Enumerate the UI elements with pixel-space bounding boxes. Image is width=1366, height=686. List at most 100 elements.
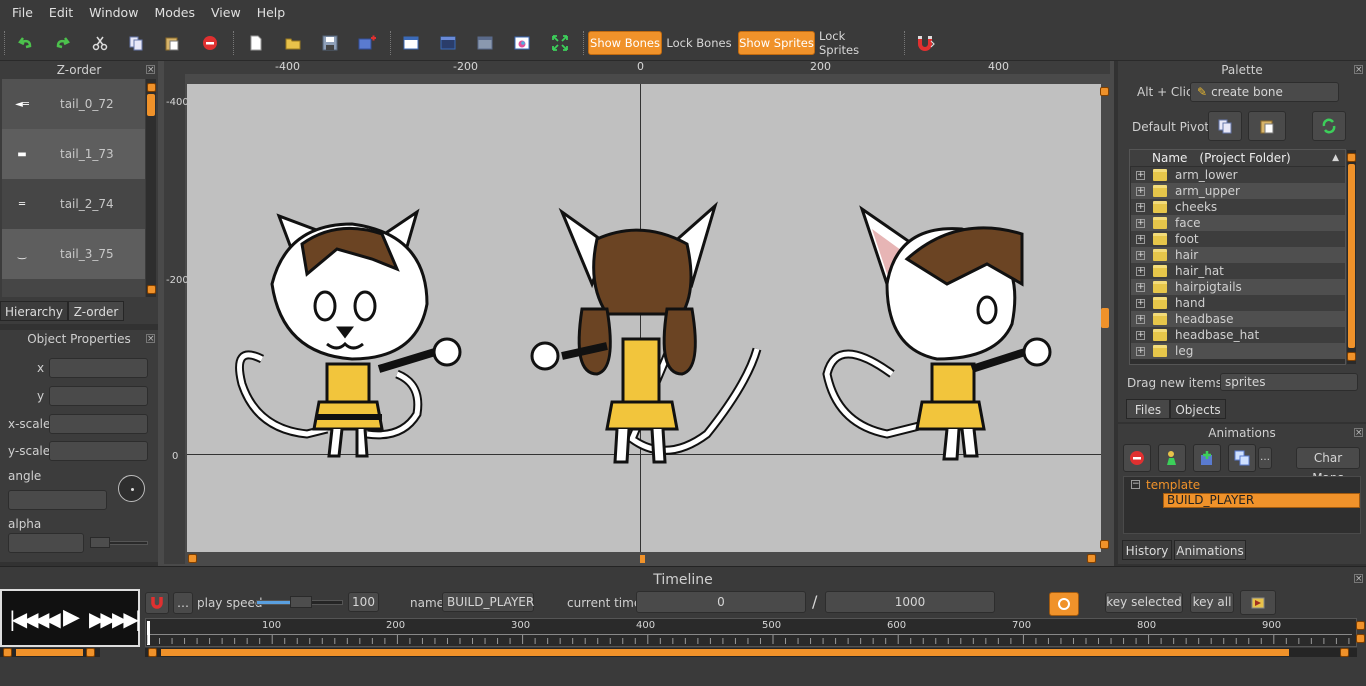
canvas-hscroll-thumb[interactable] (640, 555, 645, 563)
delete-animation-button[interactable] (1123, 444, 1151, 472)
loop-button[interactable] (1049, 592, 1079, 616)
copy-icon[interactable] (124, 31, 148, 55)
tracks-scroll-thumb[interactable] (16, 649, 83, 656)
scroll-handle[interactable] (1356, 634, 1365, 643)
xscale-field[interactable] (49, 414, 148, 434)
list-item[interactable]: ▬ tail_1_73 (2, 129, 145, 179)
list-item[interactable]: ◄═ tail_0_72 (2, 79, 145, 129)
add-build-icon[interactable] (355, 31, 379, 55)
drag-as-dropdown[interactable]: sprites (1220, 373, 1358, 391)
scroll-handle[interactable] (1087, 554, 1096, 563)
close-icon[interactable]: × (1354, 428, 1363, 438)
add-animation-button[interactable] (1158, 444, 1186, 472)
expand-icon[interactable]: + (1136, 186, 1145, 196)
folder-row[interactable]: + cheeks (1131, 199, 1345, 215)
angle-field[interactable] (8, 490, 107, 510)
new-file-icon[interactable] (244, 31, 268, 55)
folder-row[interactable]: + arm_upper (1131, 183, 1345, 199)
more-button[interactable]: … (1258, 447, 1272, 469)
save-icon[interactable] (318, 31, 342, 55)
canvas-vscroll-thumb[interactable] (1101, 308, 1109, 328)
folder-row[interactable]: + hair (1131, 247, 1345, 263)
total-time-field[interactable]: 1000 (825, 591, 995, 613)
expand-icon[interactable]: + (1136, 250, 1145, 260)
tab-history[interactable]: History (1122, 540, 1172, 560)
scroll-down-handle[interactable] (147, 285, 156, 294)
folder-row[interactable]: + arm_lower (1131, 167, 1345, 183)
create-bone-dropdown[interactable]: ✎ create bone (1190, 82, 1339, 102)
folder-row[interactable]: + headbase_hat (1131, 327, 1345, 343)
close-icon[interactable]: × (146, 334, 155, 344)
show-bones-button[interactable]: Show Bones (588, 31, 662, 55)
window-dark-icon[interactable] (436, 31, 460, 55)
expand-icon[interactable]: + (1136, 234, 1145, 244)
magnet-icon[interactable] (914, 31, 938, 55)
y-field[interactable] (49, 386, 148, 406)
tab-objects[interactable]: Objects (1170, 399, 1226, 419)
tree-scroll-thumb[interactable] (1348, 164, 1355, 348)
expand-icon[interactable]: + (1136, 170, 1145, 180)
folder-row[interactable]: + hair_hat (1131, 263, 1345, 279)
close-icon[interactable]: × (146, 65, 155, 75)
duplicate-button[interactable] (1228, 444, 1256, 472)
paste-pivot-button[interactable] (1248, 111, 1286, 141)
folder-row[interactable]: + face (1131, 215, 1345, 231)
copy-pivot-button[interactable] (1208, 111, 1242, 141)
scroll-handle[interactable] (1100, 87, 1109, 96)
delete-icon[interactable] (198, 31, 222, 55)
tab-hierarchy[interactable]: Hierarchy (0, 301, 68, 321)
paste-icon[interactable] (160, 31, 184, 55)
menu-view[interactable]: View (203, 5, 249, 20)
scroll-handle[interactable] (1100, 540, 1109, 549)
tree-item-build-player[interactable]: BUILD_PLAYER (1163, 493, 1360, 508)
keyframe-options-button[interactable] (1240, 590, 1276, 615)
timeline-scroll-thumb[interactable] (161, 649, 1289, 656)
expand-icon[interactable]: + (1136, 330, 1145, 340)
close-icon[interactable]: × (1354, 65, 1363, 75)
folder-row[interactable]: + headbase (1131, 311, 1345, 327)
play-speed-field[interactable]: 100 (348, 592, 379, 612)
magnet-button[interactable] (145, 592, 169, 614)
yscale-field[interactable] (49, 441, 148, 461)
open-folder-icon[interactable] (281, 31, 305, 55)
scroll-handle[interactable] (1340, 648, 1349, 657)
step-back-icon[interactable]: ◀◀ (34, 607, 61, 631)
expand-icon[interactable]: + (1136, 314, 1145, 324)
tab-animations[interactable]: Animations (1174, 540, 1246, 560)
scroll-handle[interactable] (3, 648, 12, 657)
tab-files[interactable]: Files (1126, 399, 1170, 419)
add-frame-button[interactable] (1193, 444, 1221, 472)
menu-window[interactable]: Window (81, 5, 146, 20)
undo-icon[interactable] (14, 31, 38, 55)
menu-file[interactable]: File (4, 5, 41, 20)
more-options-button[interactable]: … (173, 592, 193, 614)
window-icon[interactable] (399, 31, 423, 55)
skip-to-start-icon[interactable]: |◀◀ (9, 607, 38, 631)
folder-row[interactable]: + leg (1131, 343, 1345, 359)
fit-view-icon[interactable] (548, 31, 572, 55)
alpha-slider-handle[interactable] (90, 537, 110, 548)
key-selected-button[interactable]: key selected (1105, 592, 1183, 613)
expand-icon[interactable]: + (1136, 202, 1145, 212)
x-field[interactable] (49, 358, 148, 378)
scroll-handle[interactable] (188, 554, 197, 563)
alpha-field[interactable] (8, 533, 84, 553)
step-forward-icon[interactable]: ▶▶ (89, 607, 116, 631)
scroll-handle[interactable] (148, 648, 157, 657)
play-speed-handle[interactable] (290, 596, 312, 608)
skip-to-end-icon[interactable]: ▶▶| (112, 607, 141, 631)
folder-row[interactable]: + foot (1131, 231, 1345, 247)
lock-sprites-button[interactable]: Lock Sprites (819, 29, 887, 57)
refresh-button[interactable] (1312, 111, 1346, 141)
cut-icon[interactable] (88, 31, 112, 55)
collapse-icon[interactable]: − (1131, 480, 1140, 489)
show-sprites-button[interactable]: Show Sprites (738, 31, 815, 55)
list-item[interactable]: ═ tail_2_74 (2, 179, 145, 229)
angle-dial[interactable] (118, 475, 145, 502)
canvas[interactable] (187, 84, 1101, 552)
scroll-up-handle[interactable] (1347, 153, 1356, 162)
color-window-icon[interactable] (510, 31, 534, 55)
current-time-field[interactable]: 0 (636, 591, 806, 613)
close-icon[interactable]: × (1354, 574, 1363, 584)
redo-icon[interactable] (50, 31, 74, 55)
